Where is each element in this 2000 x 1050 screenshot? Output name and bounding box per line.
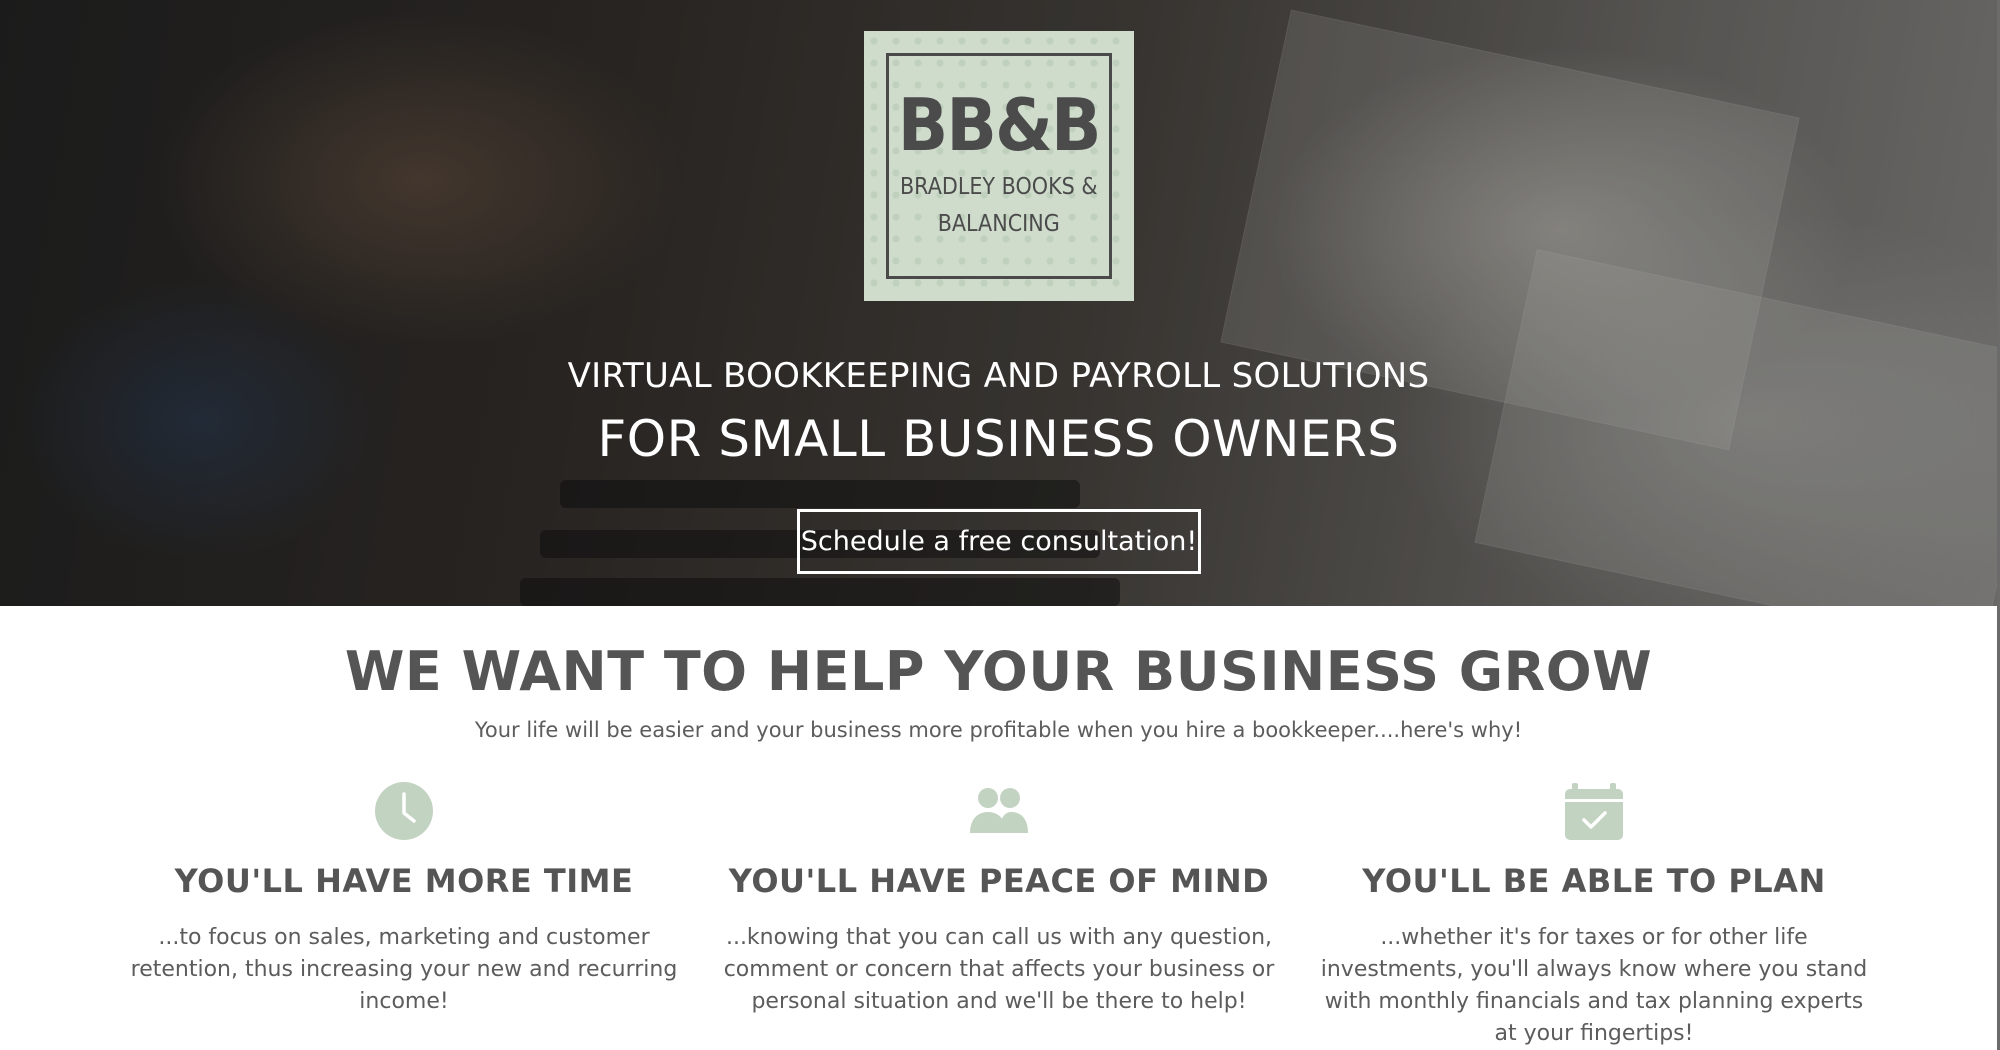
- hero-tagline-primary: VIRTUAL BOOKKEEPING AND PAYROLL SOLUTION…: [567, 356, 1430, 396]
- logo-name-line2: BALANCING: [937, 211, 1061, 237]
- feature-more-time: YOU'LL HAVE MORE TIME ...to focus on sal…: [104, 780, 704, 1018]
- clock-icon: [104, 780, 704, 842]
- feature-title: YOU'LL HAVE MORE TIME: [174, 862, 634, 900]
- company-logo[interactable]: BB&B BRADLEY BOOKS & BALANCING: [864, 31, 1134, 301]
- feature-title: YOU'LL HAVE PEACE OF MIND: [728, 862, 1270, 900]
- users-icon: [699, 780, 1299, 842]
- calendar-check-icon: [1294, 780, 1894, 842]
- feature-description: ...whether it's for taxes or for other l…: [1320, 925, 1868, 1046]
- feature-description: ...to focus on sales, marketing and cust…: [130, 925, 678, 1014]
- logo-name-line1: BRADLEY BOOKS &: [900, 174, 1098, 201]
- feature-title: YOU'LL BE ABLE TO PLAN: [1362, 862, 1826, 900]
- hero-tagline-secondary: FOR SMALL BUSINESS OWNERS: [597, 410, 1400, 468]
- section-title: WE WANT TO HELP YOUR BUSINESS GROW: [344, 640, 1653, 703]
- feature-able-to-plan: YOU'LL BE ABLE TO PLAN ...whether it's f…: [1294, 780, 1894, 1050]
- feature-peace-of-mind: YOU'LL HAVE PEACE OF MIND ...knowing tha…: [699, 780, 1299, 1018]
- schedule-consultation-button[interactable]: Schedule a free consultation!: [797, 509, 1201, 574]
- logo-mark: BB&B: [898, 83, 1102, 168]
- logo-frame: BB&B BRADLEY BOOKS & BALANCING: [886, 53, 1112, 279]
- hero-banner: BB&B BRADLEY BOOKS & BALANCING VIRTUAL B…: [0, 0, 1997, 606]
- section-subtitle: Your life will be easier and your busine…: [474, 718, 1523, 742]
- feature-description: ...knowing that you can call us with any…: [723, 925, 1275, 1014]
- logo-name: BRADLEY BOOKS & BALANCING: [900, 169, 1098, 243]
